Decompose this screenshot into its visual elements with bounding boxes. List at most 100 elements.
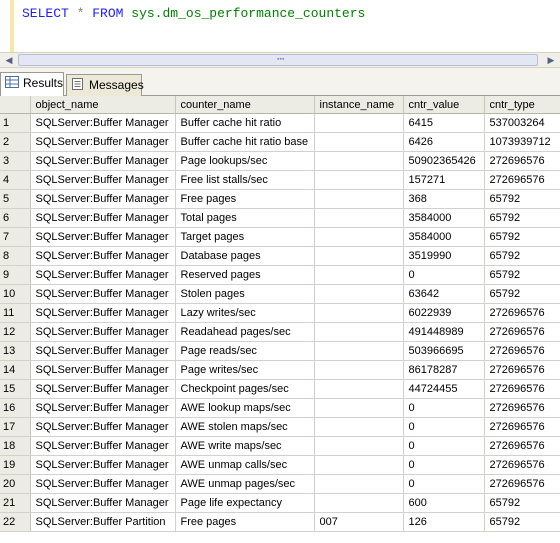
table-row[interactable]: 16 SQLServer:Buffer Manager AWE lookup map… — [0, 398, 560, 418]
cell-cntr-type[interactable]: 1073939712 — [484, 132, 560, 152]
cell-cntr-type[interactable]: 272696576 — [484, 303, 560, 323]
row-number[interactable]: 15 — [0, 379, 31, 399]
cell-counter-name[interactable]: Page lookups/sec — [175, 151, 315, 171]
cell-object-name[interactable]: SQLServer:Buffer Manager — [30, 398, 176, 418]
cell-counter-name[interactable]: AWE stolen maps/sec — [175, 417, 315, 437]
table-row[interactable]: 15 SQLServer:Buffer Manager Checkpoint pag… — [0, 379, 560, 399]
cell-object-name[interactable]: SQLServer:Buffer Manager — [30, 113, 176, 133]
tab-results[interactable]: Results — [0, 72, 64, 96]
column-header-instance-name[interactable]: instance_name — [314, 96, 404, 114]
column-header-cntr-value[interactable]: cntr_value — [403, 96, 485, 114]
query-text[interactable]: SELECT * FROM sys.dm_os_performance_coun… — [22, 6, 365, 22]
table-row[interactable]: 5 SQLServer:Buffer Manager Free pages 368 65… — [0, 189, 560, 209]
table-row[interactable]: 3 SQLServer:Buffer Manager Page lookups/se… — [0, 151, 560, 171]
cell-object-name[interactable]: SQLServer:Buffer Manager — [30, 474, 176, 494]
cell-counter-name[interactable]: Target pages — [175, 227, 315, 247]
cell-instance-name[interactable] — [314, 493, 404, 513]
table-row[interactable]: 2 SQLServer:Buffer Manager Buffer cache hi… — [0, 132, 560, 152]
column-header-object-name[interactable]: object_name — [30, 96, 176, 114]
table-row[interactable]: 10 SQLServer:Buffer Manager Stolen pages 63… — [0, 284, 560, 304]
cell-cntr-type[interactable]: 65792 — [484, 493, 560, 513]
cell-cntr-value[interactable]: 0 — [403, 455, 485, 475]
row-number[interactable]: 2 — [0, 132, 31, 152]
cell-instance-name[interactable] — [314, 246, 404, 266]
row-number[interactable]: 3 — [0, 151, 31, 171]
cell-object-name[interactable]: SQLServer:Buffer Manager — [30, 341, 176, 361]
cell-cntr-value[interactable]: 126 — [403, 512, 485, 532]
table-row[interactable]: 7 SQLServer:Buffer Manager Target pages 358… — [0, 227, 560, 247]
cell-counter-name[interactable]: Buffer cache hit ratio — [175, 113, 315, 133]
cell-object-name[interactable]: SQLServer:Buffer Manager — [30, 379, 176, 399]
cell-cntr-type[interactable]: 65792 — [484, 284, 560, 304]
row-number[interactable]: 14 — [0, 360, 31, 380]
cell-counter-name[interactable]: Total pages — [175, 208, 315, 228]
cell-cntr-value[interactable]: 3584000 — [403, 227, 485, 247]
cell-cntr-type[interactable]: 65792 — [484, 512, 560, 532]
row-number[interactable]: 17 — [0, 417, 31, 437]
cell-instance-name[interactable] — [314, 379, 404, 399]
table-row[interactable]: 22 SQLServer:Buffer Partition Free pages 00… — [0, 512, 560, 532]
cell-cntr-value[interactable]: 3519990 — [403, 246, 485, 266]
row-number[interactable]: 20 — [0, 474, 31, 494]
cell-cntr-type[interactable]: 272696576 — [484, 379, 560, 399]
cell-counter-name[interactable]: Free pages — [175, 512, 315, 532]
cell-object-name[interactable]: SQLServer:Buffer Manager — [30, 265, 176, 285]
cell-cntr-value[interactable]: 63642 — [403, 284, 485, 304]
cell-counter-name[interactable]: Page reads/sec — [175, 341, 315, 361]
cell-instance-name[interactable] — [314, 322, 404, 342]
row-number[interactable]: 4 — [0, 170, 31, 190]
table-row[interactable]: 1 SQLServer:Buffer Manager Buffer cache hi… — [0, 113, 560, 133]
cell-cntr-value[interactable]: 0 — [403, 436, 485, 456]
cell-instance-name[interactable] — [314, 284, 404, 304]
cell-cntr-type[interactable]: 272696576 — [484, 341, 560, 361]
cell-cntr-type[interactable]: 65792 — [484, 265, 560, 285]
table-row[interactable]: 17 SQLServer:Buffer Manager AWE stolen map… — [0, 417, 560, 437]
table-row[interactable]: 18 SQLServer:Buffer Manager AWE write maps… — [0, 436, 560, 456]
cell-counter-name[interactable]: Free pages — [175, 189, 315, 209]
cell-object-name[interactable]: SQLServer:Buffer Manager — [30, 170, 176, 190]
row-number[interactable]: 13 — [0, 341, 31, 361]
cell-cntr-type[interactable]: 65792 — [484, 189, 560, 209]
cell-cntr-value[interactable]: 157271 — [403, 170, 485, 190]
cell-instance-name[interactable] — [314, 455, 404, 475]
cell-counter-name[interactable]: Checkpoint pages/sec — [175, 379, 315, 399]
cell-cntr-value[interactable]: 600 — [403, 493, 485, 513]
cell-cntr-type[interactable]: 272696576 — [484, 322, 560, 342]
cell-cntr-type[interactable]: 272696576 — [484, 170, 560, 190]
cell-instance-name[interactable] — [314, 417, 404, 437]
cell-cntr-type[interactable]: 537003264 — [484, 113, 560, 133]
cell-cntr-value[interactable]: 3584000 — [403, 208, 485, 228]
cell-cntr-value[interactable]: 0 — [403, 474, 485, 494]
cell-cntr-type[interactable]: 272696576 — [484, 398, 560, 418]
row-number[interactable]: 21 — [0, 493, 31, 513]
cell-instance-name[interactable] — [314, 360, 404, 380]
row-number[interactable]: 22 — [0, 512, 31, 532]
cell-cntr-type[interactable]: 272696576 — [484, 474, 560, 494]
row-number[interactable]: 10 — [0, 284, 31, 304]
cell-object-name[interactable]: SQLServer:Buffer Manager — [30, 208, 176, 228]
cell-counter-name[interactable]: AWE lookup maps/sec — [175, 398, 315, 418]
editor-horizontal-scrollbar[interactable]: ◀ ▪▪▪ ▶ — [0, 52, 560, 68]
cell-counter-name[interactable]: Database pages — [175, 246, 315, 266]
scroll-right-arrow-icon[interactable]: ▶ — [544, 54, 558, 66]
cell-counter-name[interactable]: AWE write maps/sec — [175, 436, 315, 456]
row-number[interactable]: 12 — [0, 322, 31, 342]
cell-instance-name[interactable] — [314, 208, 404, 228]
cell-cntr-value[interactable]: 0 — [403, 265, 485, 285]
row-number[interactable]: 19 — [0, 455, 31, 475]
cell-object-name[interactable]: SQLServer:Buffer Manager — [30, 246, 176, 266]
scroll-left-arrow-icon[interactable]: ◀ — [2, 54, 16, 66]
cell-counter-name[interactable]: Readahead pages/sec — [175, 322, 315, 342]
column-header-counter-name[interactable]: counter_name — [175, 96, 315, 114]
table-row[interactable]: 19 SQLServer:Buffer Manager AWE unmap call… — [0, 455, 560, 475]
row-number[interactable]: 9 — [0, 265, 31, 285]
row-number[interactable]: 8 — [0, 246, 31, 266]
cell-cntr-type[interactable]: 272696576 — [484, 417, 560, 437]
cell-object-name[interactable]: SQLServer:Buffer Partition — [30, 512, 176, 532]
row-number[interactable]: 18 — [0, 436, 31, 456]
cell-instance-name[interactable]: 007 — [314, 512, 404, 532]
cell-object-name[interactable]: SQLServer:Buffer Manager — [30, 417, 176, 437]
cell-object-name[interactable]: SQLServer:Buffer Manager — [30, 189, 176, 209]
table-row[interactable]: 4 SQLServer:Buffer Manager Free list stall… — [0, 170, 560, 190]
cell-cntr-value[interactable]: 6415 — [403, 113, 485, 133]
